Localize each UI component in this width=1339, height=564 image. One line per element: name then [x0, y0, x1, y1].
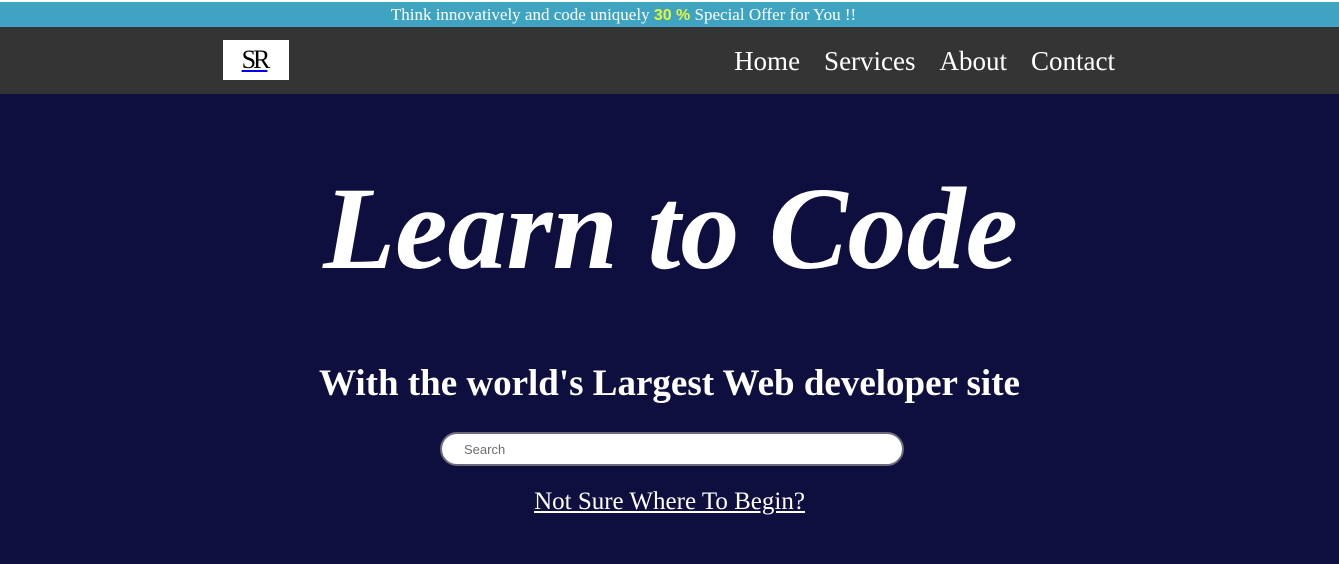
not-sure-where-to-begin-link[interactable]: Not Sure Where To Begin?	[534, 488, 805, 515]
navbar: SR Home Services About Contact	[0, 27, 1339, 94]
promo-banner: Think innovatively and code uniquely 30 …	[0, 2, 1339, 27]
promo-text-end: Special Offer for You !!	[690, 5, 857, 24]
site-logo[interactable]: SR	[223, 40, 289, 80]
hero-title: Learn to Code	[323, 163, 1018, 294]
promo-text-start: Think innovatively and code uniquely	[390, 5, 654, 24]
nav-links: Home Services About Contact	[734, 27, 1115, 94]
hero-subtitle: With the world's Largest Web developer s…	[319, 363, 1020, 404]
promo-discount: 30 %	[653, 7, 691, 24]
nav-about-link[interactable]: About	[940, 47, 1008, 75]
hero-section: Learn to Code With the world's Largest W…	[0, 94, 1339, 564]
nav-home-link[interactable]: Home	[734, 47, 800, 75]
nav-services-link[interactable]: Services	[824, 47, 915, 75]
logo-mark: SR	[241, 45, 271, 74]
nav-contact-link[interactable]: Contact	[1031, 47, 1115, 75]
search-input[interactable]	[440, 432, 904, 466]
begin-link-wrap: Not Sure Where To Begin?	[0, 489, 1339, 514]
